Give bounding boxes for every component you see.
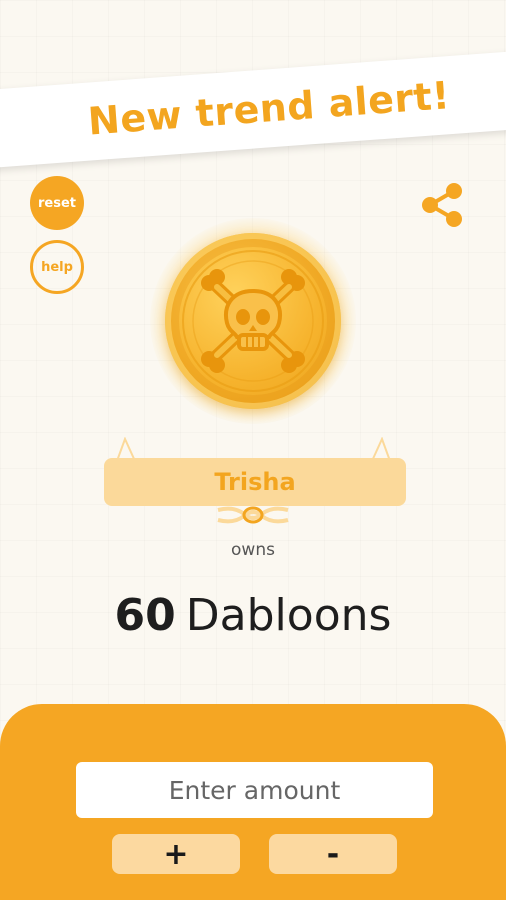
balance-display: 60 Dabloons bbox=[0, 590, 506, 641]
amount-input[interactable] bbox=[76, 762, 433, 818]
help-button[interactable]: help bbox=[30, 240, 84, 294]
dabloon-coin bbox=[150, 218, 356, 424]
minus-button[interactable]: - bbox=[269, 834, 397, 874]
reset-button[interactable]: reset bbox=[30, 176, 84, 230]
skull-crossbones-coin-icon bbox=[165, 233, 341, 409]
share-icon[interactable] bbox=[416, 178, 470, 232]
owner-name[interactable]: Trisha bbox=[214, 468, 295, 496]
owns-label: owns bbox=[231, 540, 275, 560]
balance-amount: 60 bbox=[114, 590, 176, 641]
balance-unit: Dabloons bbox=[185, 590, 392, 641]
plus-button[interactable]: + bbox=[112, 834, 240, 874]
owner-ribbon: Trisha bbox=[104, 458, 406, 506]
banner-text: New trend alert! bbox=[86, 73, 452, 144]
rope-knot-icon bbox=[217, 506, 289, 524]
